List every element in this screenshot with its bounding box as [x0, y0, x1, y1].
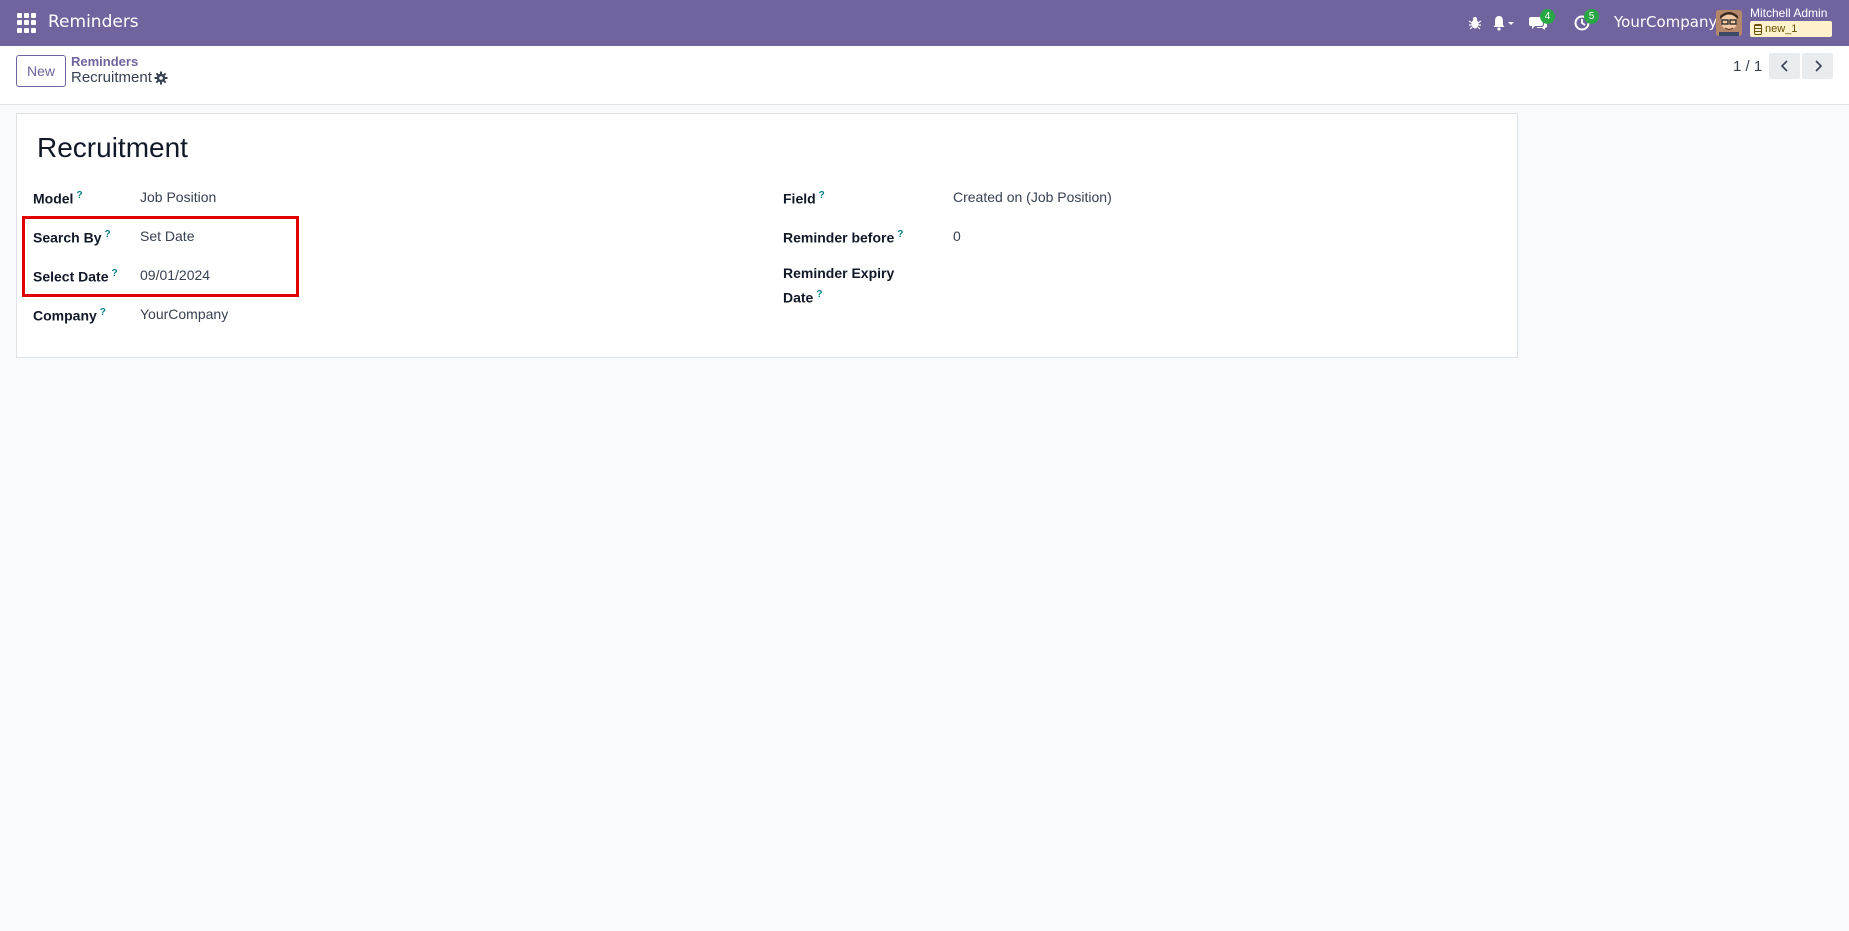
record-title: Recruitment [37, 132, 188, 163]
pager-next-button[interactable] [1802, 53, 1833, 79]
form-sheet: Recruitment Model? Job Position Search B… [16, 113, 1518, 358]
top-navbar: Reminders 4 5 YourCompany Mitchell Admin… [0, 0, 1849, 46]
pager-value[interactable]: 1 / 1 [1733, 58, 1762, 75]
activities-count-badge: 5 [1584, 9, 1599, 24]
messages-chat-icon[interactable]: 4 [1528, 9, 1555, 33]
notification-bell-icon[interactable] [1491, 13, 1517, 33]
activities-clock-icon[interactable]: 5 [1572, 9, 1599, 33]
chevron-right-icon [1814, 60, 1822, 72]
help-icon[interactable]: ? [100, 307, 106, 318]
chevron-left-icon [1780, 60, 1788, 72]
reminder-expiry-date-label: Reminder Expiry Date? [783, 265, 895, 306]
field-value[interactable]: Created on (Job Position) [953, 187, 1112, 208]
highlight-box [22, 216, 299, 297]
company-value[interactable]: YourCompany [140, 304, 228, 325]
new-button[interactable]: New [16, 55, 66, 87]
breadcrumb-current: Recruitment [71, 69, 152, 86]
field-label: Field? [783, 190, 825, 207]
help-icon[interactable]: ? [819, 190, 825, 201]
debug-bug-icon[interactable] [1467, 13, 1483, 33]
help-icon[interactable]: ? [897, 229, 903, 240]
help-icon[interactable]: ? [76, 190, 82, 201]
company-label: Company? [33, 307, 106, 324]
reminder-before-label: Reminder before? [783, 229, 904, 246]
company-switcher[interactable]: YourCompany [1614, 13, 1717, 31]
gear-icon[interactable] [154, 71, 168, 85]
database-badge: new_1 [1750, 21, 1832, 37]
model-label: Model? [33, 190, 83, 207]
pager-previous-button[interactable] [1769, 53, 1800, 79]
user-name[interactable]: Mitchell Admin [1750, 6, 1827, 20]
apps-grid-icon[interactable] [17, 13, 37, 33]
control-panel: New Reminders Recruitment 1 / 1 [0, 46, 1849, 105]
help-icon[interactable]: ? [816, 289, 822, 300]
model-value[interactable]: Job Position [140, 187, 216, 208]
breadcrumb-parent-link[interactable]: Reminders [71, 54, 138, 69]
app-title[interactable]: Reminders [48, 12, 139, 32]
user-avatar[interactable] [1716, 10, 1742, 36]
messages-count-badge: 4 [1540, 9, 1555, 24]
reminder-before-value[interactable]: 0 [953, 226, 961, 247]
